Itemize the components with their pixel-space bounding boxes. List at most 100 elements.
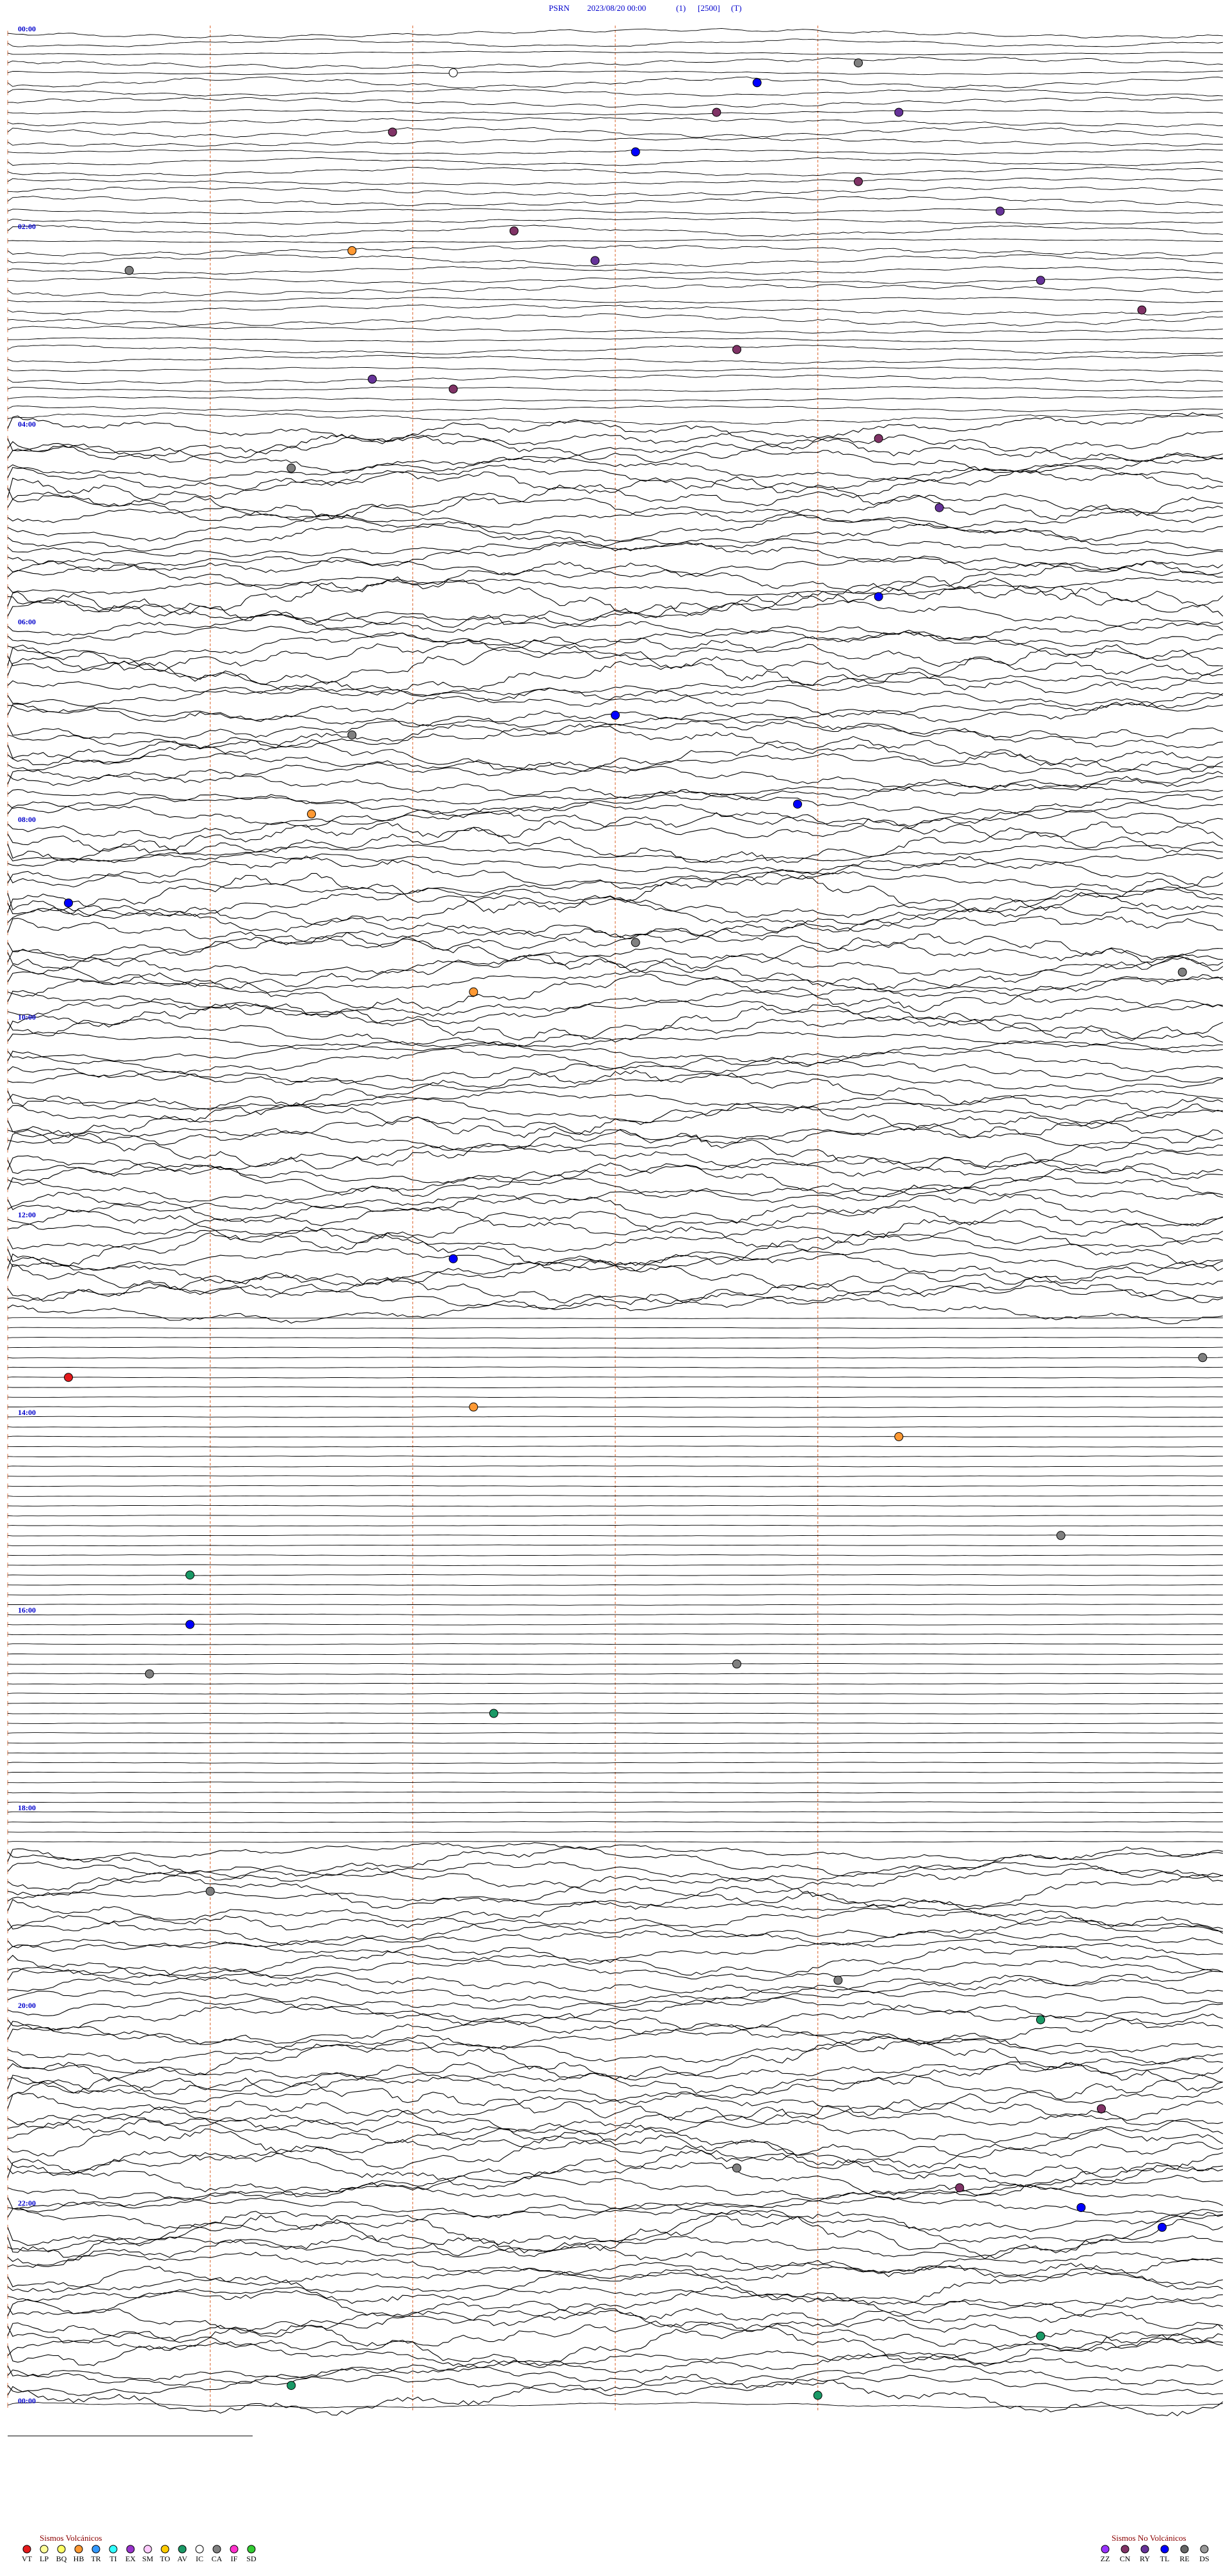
event-marker-av: [185, 1570, 194, 1580]
gain-value: [2500]: [698, 3, 720, 13]
plot-header: PSRN 2023/08/20 00:00 (1) [2500] (T): [549, 3, 742, 13]
event-marker-ry: [590, 256, 600, 265]
volcanic-legend-title: Sismos Volcánicos: [40, 2533, 102, 2543]
seismic-trace: [7, 972, 1224, 1012]
event-marker-ca: [347, 730, 357, 739]
legend-swatch-zz: [1101, 2545, 1110, 2554]
legend-code-ex: EX: [125, 2554, 136, 2563]
hour-label: 20:00: [18, 2001, 36, 2010]
hour-label: 04:00: [18, 420, 36, 429]
event-marker-ca: [205, 1886, 215, 1896]
seismic-trace: [7, 2117, 1224, 2159]
seismic-trace: [7, 1327, 1224, 1329]
seismic-trace: [7, 126, 1224, 138]
legend-code-hb: HB: [74, 2554, 84, 2563]
legend-swatch-av: [178, 2545, 187, 2554]
event-marker-ca: [732, 1659, 741, 1669]
legend-swatch-tr: [91, 2545, 100, 2554]
hour-label: 00:00: [18, 2396, 36, 2405]
legend-swatch-if: [230, 2545, 239, 2554]
event-marker-tl: [64, 898, 73, 908]
seismic-trace: [7, 1653, 1224, 1655]
legend-code-ic: IC: [196, 2554, 203, 2563]
legend-code-sd: SD: [246, 2554, 256, 2563]
legend-code-cn: CN: [1120, 2554, 1131, 2563]
legend-swatch-hb: [74, 2545, 83, 2554]
seismic-trace: [7, 1366, 1224, 1369]
event-marker-hb: [347, 246, 357, 255]
seismic-trace: [7, 1416, 1224, 1418]
seismic-trace: [7, 1515, 1224, 1517]
event-marker-cn: [1097, 2104, 1106, 2114]
event-marker-ry: [1036, 276, 1045, 285]
hour-label: 06:00: [18, 617, 36, 626]
event-marker-ca: [1177, 967, 1187, 977]
hour-label: 22:00: [18, 2199, 36, 2208]
event-marker-ca: [854, 58, 863, 68]
seismic-trace: [7, 1801, 1224, 1803]
hour-label: 18:00: [18, 1803, 36, 1812]
seismic-trace: [7, 313, 1224, 327]
event-marker-ca: [732, 2163, 741, 2173]
station-name: PSRN: [549, 3, 570, 13]
legend-code-av: AV: [177, 2554, 187, 2563]
event-marker-ry: [934, 503, 944, 512]
legend-code-re: RE: [1179, 2554, 1189, 2563]
event-marker-ca: [1056, 1531, 1066, 1540]
event-marker-cn: [955, 2183, 964, 2193]
event-marker-av: [1036, 2015, 1045, 2025]
seismic-trace: [7, 931, 1224, 972]
seismic-trace: [7, 1663, 1224, 1665]
event-marker-cn: [509, 226, 519, 235]
seismic-trace: [7, 2184, 1224, 2210]
event-marker-cn: [874, 434, 883, 443]
legend-swatch-ic: [195, 2545, 204, 2554]
nonvolcanic-legend-title: Sismos No Volcánicos: [1112, 2533, 1186, 2543]
event-marker-tl: [611, 711, 620, 720]
legend-code-sm: SM: [142, 2554, 154, 2563]
event-marker-ry: [368, 374, 377, 384]
event-marker-ca: [125, 265, 134, 275]
legend-swatch-ca: [212, 2545, 221, 2554]
event-marker-ca: [1198, 1353, 1208, 1363]
legend-swatch-sd: [247, 2545, 256, 2554]
event-marker-cn: [854, 177, 863, 186]
legend-code-bq: BQ: [56, 2554, 67, 2563]
seismic-trace: [7, 1613, 1223, 1616]
event-marker-ic: [448, 68, 458, 77]
event-marker-ca: [145, 1669, 154, 1679]
event-marker-av: [287, 2381, 296, 2390]
hour-label: 10:00: [18, 1013, 36, 1022]
hour-label: 02:00: [18, 222, 36, 231]
event-marker-tl: [185, 1620, 194, 1629]
seismic-trace: [7, 1475, 1224, 1478]
seismic-trace: [7, 1554, 1223, 1556]
seismic-trace: [7, 1841, 1224, 1843]
seismic-trace: [7, 225, 1224, 237]
plot-datetime: 2023/08/20 00:00: [587, 3, 646, 13]
legend-swatch-to: [161, 2545, 169, 2554]
legend-swatch-bq: [57, 2545, 66, 2554]
legend-code-to: TO: [160, 2554, 170, 2563]
legend-code-zz: ZZ: [1101, 2554, 1110, 2563]
seismic-trace: [7, 412, 1224, 425]
seismic-trace: [8, 1752, 1223, 1754]
legend-swatch-ry: [1140, 2545, 1149, 2554]
legend-items: VT LP BQ HB TR TI EX SM TO AV IC CA IF SD ZZ CN RY TL RE DS: [22, 2545, 1209, 2563]
event-marker-cn: [712, 107, 721, 117]
legend-swatch-lp: [40, 2545, 49, 2554]
seismic-trace: [7, 1376, 1223, 1379]
legend-swatch-re: [1180, 2545, 1189, 2554]
event-marker-hb: [469, 987, 478, 997]
hour-label: 14:00: [18, 1408, 36, 1417]
seismic-trace: [7, 76, 1224, 89]
legend-code-ds: DS: [1199, 2554, 1209, 2563]
seismic-trace: [7, 1702, 1224, 1705]
event-marker-vt: [64, 1373, 73, 1382]
legend-swatch-cn: [1121, 2545, 1130, 2554]
time-marker-lines: [7, 26, 819, 2410]
hour-label: 16:00: [18, 1606, 36, 1615]
event-marker-tl: [448, 1254, 458, 1263]
event-marker-av: [813, 2390, 823, 2400]
legend-swatch-ds: [1200, 2545, 1209, 2554]
